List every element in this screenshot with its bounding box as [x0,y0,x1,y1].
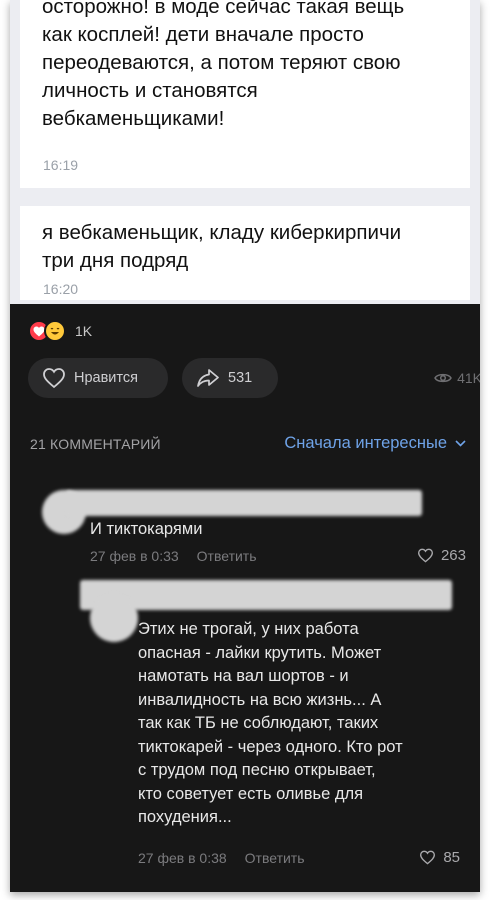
comments-sort-dropdown[interactable]: Сначала интересные [284,434,466,453]
comment-line: похудения... [138,808,232,826]
redacted-author-name [66,490,422,516]
message-bubble: осторожно! в моде сейчас такая вещь как … [20,0,470,188]
comment-line: так как ТБ не соблюдают, таких [138,714,379,732]
comment-meta: 27 фев в 0:33 Ответить [90,548,257,564]
laugh-reaction-icon [44,320,66,342]
heart-outline-icon [43,368,65,389]
reply-button[interactable]: Ответить [197,548,257,564]
eye-icon [434,373,452,383]
message-line: переодеваются, а потом теряют свою [42,51,401,74]
chevron-down-icon [455,440,466,447]
message-text: осторожно! в моде сейчас такая вещь как … [42,0,456,133]
comment-date: 27 фев в 0:38 [138,850,227,866]
message-line: осторожно! в моде сейчас такая вещь [42,0,405,18]
like-button-label: Нравится [74,370,138,386]
reactions-summary[interactable]: 1K [28,318,92,344]
comment-line: опасная - лайки крутить. Может [138,643,382,662]
chat-area: осторожно! в моде сейчас такая вещь как … [10,0,480,304]
share-button[interactable]: 531 [182,358,278,398]
views-counter: 41K [434,370,480,386]
comment-line: тиктокарей - через одного. Кто рот [138,737,403,756]
screenshot-frame: осторожно! в моде сейчас такая вещь как … [10,0,480,892]
comment-like-button[interactable]: 85 [419,849,460,866]
reply-button[interactable]: Ответить [245,850,305,866]
heart-outline-icon [417,548,433,563]
share-arrow-icon [197,369,219,387]
comment-meta: 27 фев в 0:38 Ответить [138,850,305,866]
message-bubble: я вебкаменьщик, кладу киберкирпичи три д… [20,206,470,300]
post-footer: 1K Нравится 531 41K 21 КОММЕНТАРИЙ Снача… [10,304,480,892]
comments-count-header: 21 КОММЕНТАРИЙ [30,436,161,452]
comment-like-button[interactable]: 263 [417,547,466,564]
redacted-avatar [90,594,138,642]
comment-text: Этих не трогай, у них работа опасная - л… [138,618,403,830]
comment-text: И тиктокарями [90,518,202,542]
message-line: как косплей! дети вначале просто [42,23,364,46]
comment-line: намотать на вал шортов - и [138,667,349,685]
message-text: я вебкаменьщик, кладу киберкирпичи три д… [42,219,456,275]
share-count: 531 [228,370,253,386]
comment-like-count: 263 [440,547,466,564]
sort-label: Сначала интересные [284,434,447,452]
heart-outline-icon [420,850,436,865]
message-time: 16:20 [43,281,79,297]
comment-line: Этих не трогай, у них работа [138,620,359,638]
message-time: 16:19 [43,157,79,173]
comment-line: инвалидность на всю жизнь... А [138,690,382,709]
message-line: три дня подряд [42,249,189,272]
message-line: вебкаменьщиками! [42,107,225,130]
comment-like-count: 85 [443,849,460,866]
like-button[interactable]: Нравится [28,358,168,398]
reactions-count: 1K [75,323,93,339]
comment-line: кто советует есть оливье для [138,784,364,803]
message-line: я вебкаменьщик, кладу киберкирпичи [42,221,402,244]
redacted-author-name [80,580,452,610]
message-line: личность и становятся [42,79,258,102]
comment-line: И тиктокарями [90,520,203,538]
comment-line: с трудом под песню открывает, [138,761,376,779]
views-count: 41K [457,370,480,386]
comment-date: 27 фев в 0:33 [90,548,179,564]
